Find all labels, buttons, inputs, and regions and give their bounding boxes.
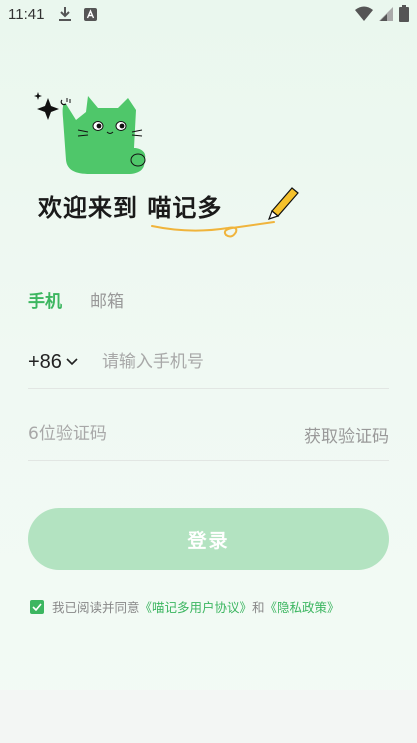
privacy-policy-link[interactable]: 《隐私政策》	[265, 597, 340, 616]
tab-email[interactable]: 邮箱	[90, 287, 124, 312]
login-method-tabs: 手机 邮箱	[28, 287, 124, 312]
phone-input[interactable]	[101, 352, 342, 372]
verification-code-row: 获取验证码	[28, 408, 389, 461]
download-icon	[59, 7, 72, 21]
status-bar: 11:41	[0, 0, 417, 28]
agreement-prefix: 我已阅读并同意	[52, 600, 140, 615]
agreement-checkbox[interactable]	[30, 599, 44, 614]
user-agreement-link[interactable]: 《喵记多用户协议》	[140, 597, 253, 616]
country-code-selector[interactable]: +86	[28, 351, 78, 374]
chevron-down-icon	[66, 358, 78, 366]
text-app-icon	[84, 7, 98, 21]
slogan-underline-decoration	[151, 221, 275, 238]
verification-code-input[interactable]	[28, 424, 228, 444]
country-code-label: +86	[28, 350, 62, 373]
bottom-navigation-area	[0, 690, 417, 743]
battery-icon	[399, 5, 409, 22]
tab-phone[interactable]: 手机	[28, 287, 62, 312]
get-code-button[interactable]: 获取验证码	[304, 422, 389, 447]
login-button[interactable]: 登录	[28, 508, 389, 570]
agreement-row: 我已阅读并同意 《喵记多用户协议》 和 《隐私政策》	[30, 597, 340, 616]
pencil-icon	[267, 187, 299, 220]
sparkle-icon	[37, 98, 59, 120]
agreement-and: 和	[252, 600, 265, 615]
status-time: 11:41	[8, 5, 45, 23]
signal-icon	[379, 6, 393, 21]
check-icon	[32, 602, 42, 611]
phone-row: +86	[28, 336, 389, 389]
wifi-icon	[355, 6, 373, 21]
